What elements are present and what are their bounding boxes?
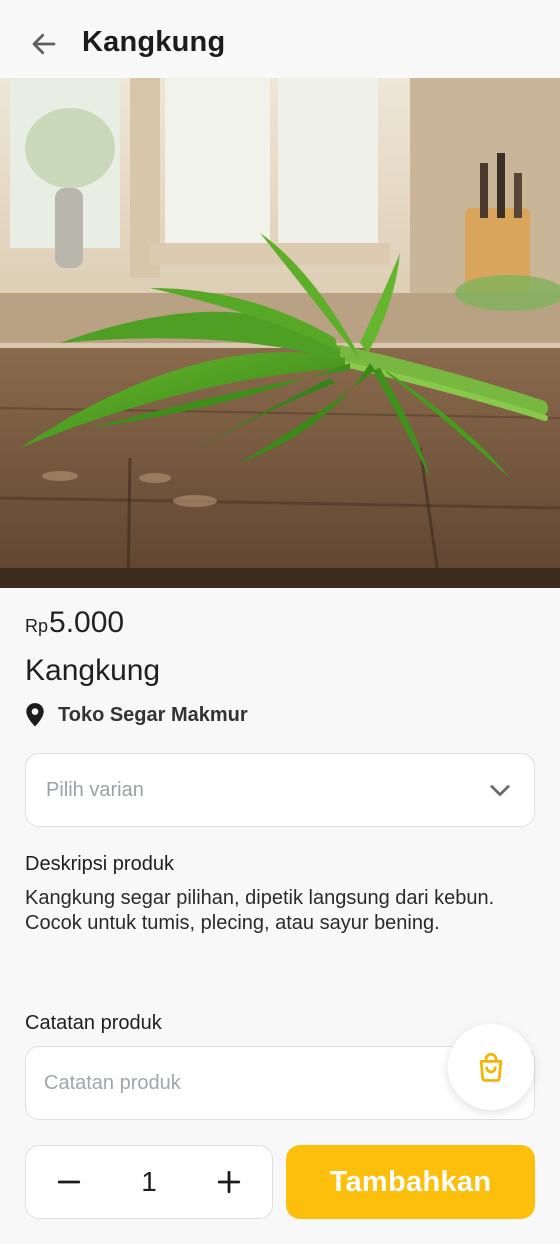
- variant-placeholder: Pilih varian: [46, 778, 144, 801]
- store-info[interactable]: Toko Segar Makmur: [24, 702, 248, 728]
- product-price: Rp 5.000: [25, 606, 124, 640]
- store-name: Toko Segar Makmur: [58, 703, 248, 726]
- product-detail-screen: Kangkung Rp 5.000 Kangkung Toko Segar Ma…: [0, 0, 560, 1244]
- product-name: Kangkung: [25, 654, 161, 687]
- price-value: 5.000: [49, 606, 125, 639]
- decrement-button[interactable]: [54, 1167, 84, 1197]
- page-title: Kangkung: [82, 26, 226, 58]
- app-header: Kangkung: [0, 0, 560, 78]
- notes-title: Catatan produk: [25, 1012, 162, 1034]
- chevron-down-icon: [490, 785, 510, 797]
- quantity-stepper: 1: [25, 1145, 273, 1219]
- add-to-cart-button[interactable]: Tambahkan: [286, 1145, 535, 1219]
- back-button[interactable]: [24, 24, 64, 64]
- quantity-value: 1: [141, 1166, 157, 1197]
- price-currency: Rp: [25, 616, 49, 636]
- location-pin-icon: [26, 703, 44, 727]
- arrow-left-icon: [32, 33, 56, 55]
- description-text: Kangkung segar pilihan, dipetik langsung…: [25, 887, 495, 934]
- minus-icon: [57, 1180, 81, 1184]
- variant-select[interactable]: Pilih varian: [25, 753, 535, 827]
- plus-icon: [217, 1170, 241, 1194]
- shopping-bag-icon: [479, 1052, 503, 1082]
- description-title: Deskripsi produk: [25, 853, 174, 875]
- increment-button[interactable]: [214, 1167, 244, 1197]
- product-image: [0, 78, 560, 588]
- cart-button[interactable]: [448, 1024, 534, 1110]
